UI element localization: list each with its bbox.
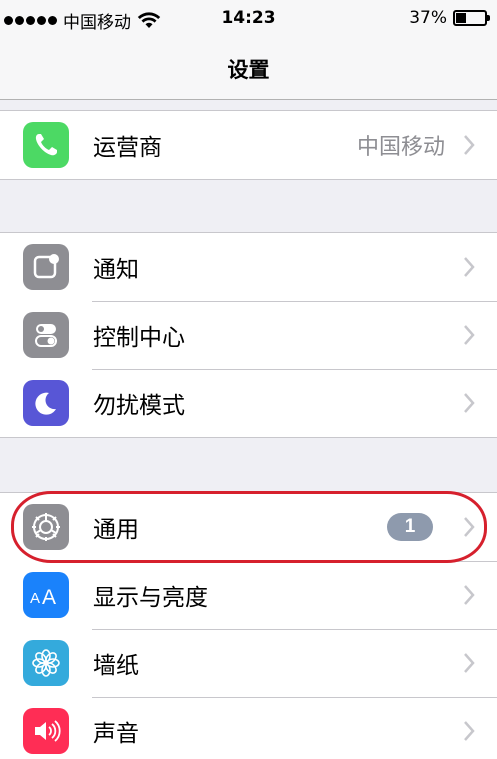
settings-row-label: 勿扰模式 <box>93 393 185 419</box>
settings-row-label: 声音 <box>93 721 139 747</box>
battery-percentage: 37% <box>409 8 447 28</box>
chevron-right-icon <box>464 393 475 413</box>
battery-icon <box>453 10 490 26</box>
settings-group-notifications: 通知 控制中心 勿扰模式 <box>0 232 497 438</box>
settings-group-carrier: 运营商 中国移动 <box>0 110 497 180</box>
settings-screen: 中国移动 14:23 37% 设置 运营商 中国移动 通知 控制中心 勿扰模式 … <box>0 0 497 759</box>
settings-group-general: 通用 1 AA 显示与亮度 墙纸 声音 <box>0 492 497 759</box>
page-title: 设置 <box>227 58 270 82</box>
phone-icon <box>23 122 69 168</box>
svg-text:A: A <box>42 586 56 607</box>
settings-row-do-not-disturb[interactable]: 勿扰模式 <box>0 369 497 437</box>
settings-row-control-center[interactable]: 控制中心 <box>0 301 497 369</box>
settings-row-label: 通用 <box>93 517 139 543</box>
chevron-right-icon <box>464 721 475 741</box>
chevron-right-icon <box>464 585 475 605</box>
chevron-right-icon <box>464 653 475 673</box>
settings-row-wallpaper[interactable]: 墙纸 <box>0 629 497 697</box>
carrier-detail-value: 中国移动 <box>356 135 445 160</box>
moon-icon <box>23 380 69 426</box>
navigation-bar: 设置 <box>0 36 497 100</box>
chevron-right-icon <box>464 135 475 155</box>
settings-row-label: 运营商 <box>93 135 162 161</box>
notifications-icon <box>23 244 69 290</box>
wallpaper-flower-icon <box>23 640 69 686</box>
control-center-icon <box>23 312 69 358</box>
status-bar: 中国移动 14:23 37% <box>0 0 497 36</box>
settings-row-label: 显示与亮度 <box>93 585 208 611</box>
update-badge: 1 <box>387 513 433 541</box>
display-brightness-icon: AA <box>23 572 69 618</box>
settings-row-general[interactable]: 通用 1 <box>0 493 497 561</box>
chevron-right-icon <box>464 325 475 345</box>
settings-row-sounds[interactable]: 声音 <box>0 697 497 759</box>
settings-row-carrier[interactable]: 运营商 中国移动 <box>0 111 497 179</box>
chevron-right-icon <box>464 257 475 277</box>
settings-row-display-brightness[interactable]: AA 显示与亮度 <box>0 561 497 629</box>
settings-row-label: 通知 <box>93 257 139 283</box>
battery-level <box>456 13 466 23</box>
status-bar-right: 37% <box>409 8 490 28</box>
speaker-icon <box>23 708 69 754</box>
gear-icon <box>23 504 69 550</box>
settings-row-label: 墙纸 <box>93 653 139 679</box>
settings-row-label: 控制中心 <box>93 325 185 351</box>
settings-row-notifications[interactable]: 通知 <box>0 233 497 301</box>
svg-text:A: A <box>30 590 40 607</box>
chevron-right-icon <box>464 517 475 537</box>
